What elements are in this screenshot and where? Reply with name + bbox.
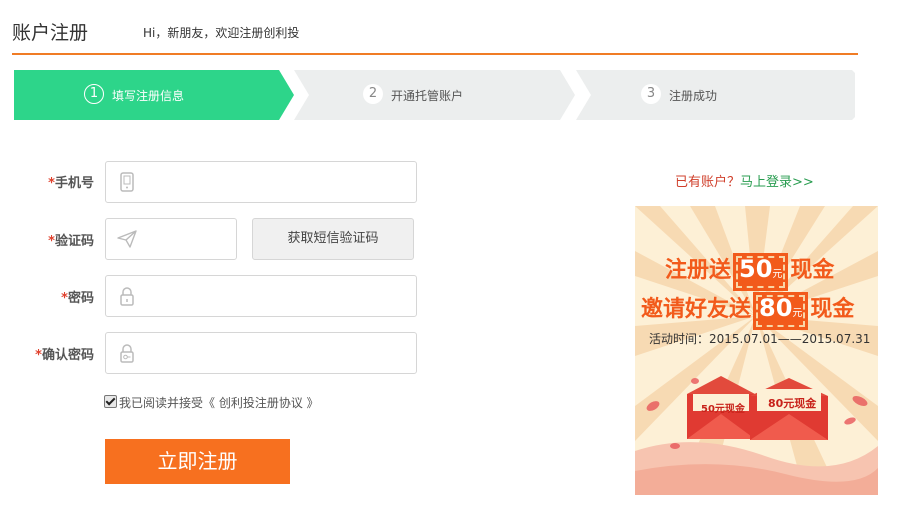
promo-line-2-prefix: 邀请好友送	[641, 297, 752, 322]
step-3-number: 3	[641, 84, 661, 104]
promo-amount-80: 80元	[753, 292, 809, 330]
lock-icon	[120, 287, 134, 306]
agree-checkbox[interactable]	[104, 395, 117, 408]
password-input-box[interactable]	[105, 275, 417, 317]
required-mark: *	[61, 291, 68, 306]
key-lock-icon	[120, 344, 134, 363]
get-sms-code-button[interactable]: 获取短信验证码	[252, 218, 414, 260]
code-label-text: 验证码	[54, 234, 94, 249]
required-mark: *	[48, 234, 55, 249]
phone-icon	[120, 172, 134, 192]
paper-plane-icon	[117, 230, 137, 248]
agreement-link[interactable]: 《 创利投注册协议 》	[203, 396, 319, 410]
promo-banner[interactable]: 注册送 50元 现金 邀请好友送 80元 现金 活动时间：2015.07.01——201…	[635, 206, 878, 495]
envelope-50-label: 50元现金	[701, 404, 745, 415]
code-input[interactable]	[146, 225, 235, 255]
password-label: *密码	[14, 287, 94, 306]
promo-line-2-suffix: 现金	[810, 297, 855, 322]
confirm-password-input-box[interactable]	[105, 332, 417, 374]
promo-amount-50-value: 50	[739, 255, 773, 283]
page-title: 账户注册	[12, 22, 89, 44]
promo-amount-50-unit: 元	[772, 269, 783, 280]
step-1: 1 填写注册信息	[14, 70, 294, 120]
required-mark: *	[35, 348, 42, 363]
promo-line-1-suffix: 现金	[790, 258, 835, 283]
required-mark: *	[48, 176, 55, 191]
header-divider	[12, 53, 858, 55]
phone-input-box[interactable]	[105, 161, 417, 203]
agreement-row: 我已阅读并接受《 创利投注册协议 》	[104, 394, 319, 411]
password-input[interactable]	[146, 282, 410, 312]
phone-input[interactable]	[146, 168, 410, 198]
step-2-number: 2	[363, 84, 383, 104]
promo-date: 活动时间：2015.07.01——2015.07.31	[649, 332, 871, 346]
register-submit-button[interactable]: 立即注册	[105, 439, 290, 484]
promo-background	[635, 206, 878, 495]
confirm-password-label: *确认密码	[14, 344, 94, 363]
login-link[interactable]: 马上登录>>	[740, 175, 814, 190]
login-question: 已有账户？	[675, 175, 741, 190]
phone-label-text: 手机号	[54, 176, 94, 191]
login-prompt: 已有账户？马上登录>>	[675, 171, 814, 190]
confirm-password-input[interactable]	[146, 339, 410, 369]
step-3: 3 注册成功	[576, 70, 855, 120]
promo-line-1: 注册送 50元 现金	[665, 252, 834, 291]
phone-label: *手机号	[14, 172, 94, 191]
code-label: *验证码	[14, 230, 94, 249]
step-1-label: 填写注册信息	[112, 89, 185, 103]
promo-line-2: 邀请好友送 80元 现金	[641, 291, 854, 330]
step-1-number: 1	[84, 84, 104, 104]
code-input-box[interactable]	[105, 218, 237, 260]
promo-amount-80-value: 80	[759, 294, 793, 322]
step-3-label: 注册成功	[669, 89, 718, 103]
agree-text: 我已阅读并接受	[119, 396, 204, 410]
step-2-label: 开通托管账户	[391, 89, 464, 103]
confirm-password-label-text: 确认密码	[41, 348, 94, 363]
step-2: 2 开通托管账户	[294, 70, 576, 120]
welcome-text: Hi，新朋友，欢迎注册创利投	[143, 26, 300, 40]
password-label-text: 密码	[67, 291, 94, 306]
promo-amount-50: 50元	[733, 253, 789, 291]
promo-line-1-prefix: 注册送	[665, 258, 732, 283]
promo-amount-80-unit: 元	[792, 308, 803, 319]
envelope-80-label: 80元现金	[768, 397, 817, 410]
